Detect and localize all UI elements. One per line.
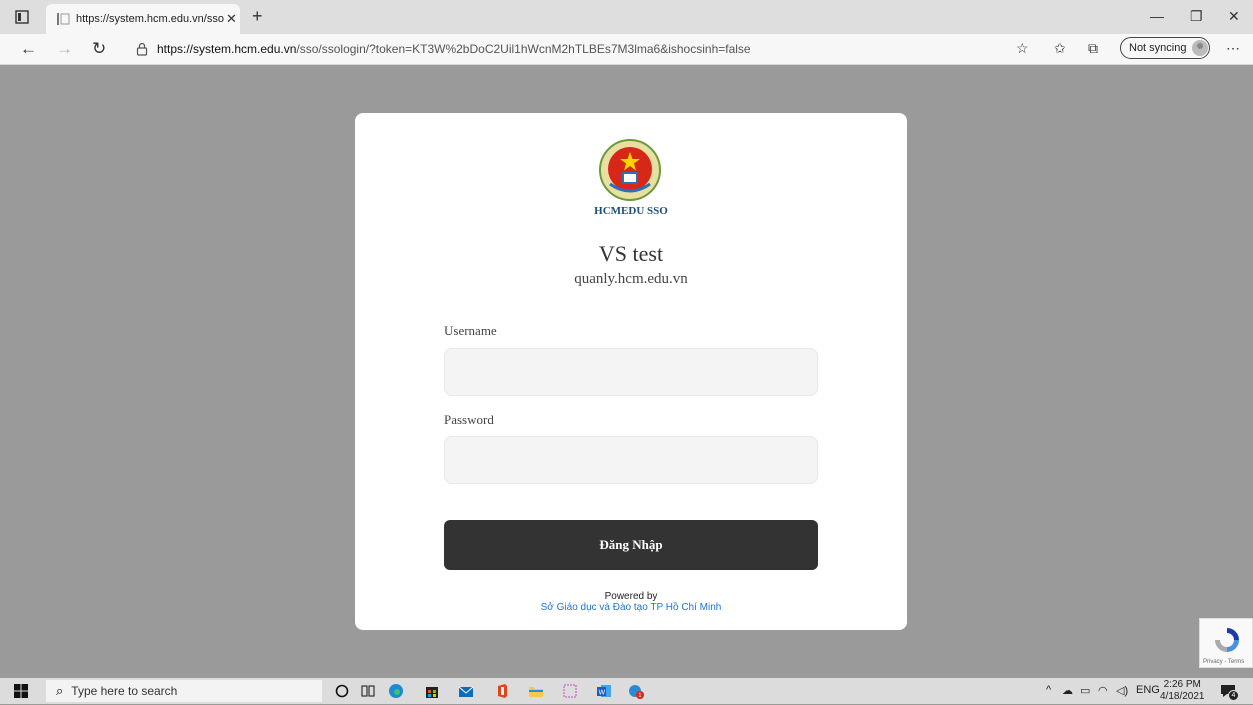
powered-by-label: Powered by — [604, 591, 658, 602]
wifi-icon[interactable]: ◠ — [1098, 684, 1108, 697]
tab-actions-icon[interactable] — [14, 9, 30, 25]
action-center-icon[interactable]: 4 — [1219, 682, 1239, 701]
recaptcha-text[interactable]: Privacy - Terms — [1203, 659, 1244, 665]
clock-time: 2:26 PM — [1163, 679, 1201, 690]
login-button[interactable]: Đăng Nhập — [444, 520, 818, 570]
cortana-icon[interactable] — [334, 683, 350, 699]
lock-icon[interactable] — [136, 42, 148, 56]
username-input[interactable] — [444, 348, 818, 396]
collections-icon[interactable]: ⧉ — [1088, 40, 1098, 57]
clock-date: 4/18/2021 — [1160, 691, 1205, 702]
recaptcha-icon — [1215, 628, 1239, 652]
favorites-icon[interactable]: ✩ — [1054, 40, 1066, 57]
page-background: HCMEDU SSO VS test quanly.hcm.edu.vn Use… — [7, 65, 1253, 678]
recaptcha-badge[interactable]: Privacy - Terms — [1199, 618, 1253, 668]
new-tab-icon[interactable]: + — [252, 6, 263, 27]
teams-app-icon[interactable]: 1 — [628, 683, 644, 699]
forward-icon[interactable]: → — [56, 39, 73, 59]
taskbar-search-box[interactable]: ⌕ Type here to search — [46, 680, 322, 702]
sync-label: Not syncing — [1129, 42, 1187, 54]
browser-title-bar: https://system.hcm.edu.vn/sso/ss ✕ + — ❐… — [0, 0, 1253, 34]
show-hidden-icons-icon[interactable]: ^ — [1046, 684, 1051, 696]
back-icon[interactable]: ← — [20, 39, 37, 59]
taskbar-clock[interactable]: 2:26 PM 4/18/2021 — [1160, 679, 1205, 703]
browser-tab[interactable]: https://system.hcm.edu.vn/sso/ss ✕ — [46, 4, 240, 34]
notification-count: 4 — [1228, 690, 1239, 701]
url-host: https://system.hcm.edu.vn — [157, 42, 297, 56]
task-view-icon[interactable] — [360, 683, 376, 699]
username-label: Username — [444, 323, 497, 338]
page-favicon-icon — [57, 13, 70, 25]
more-menu-icon[interactable]: ⋯ — [1226, 40, 1240, 57]
battery-icon[interactable]: ▭ — [1080, 684, 1090, 697]
onedrive-icon[interactable]: ☁ — [1062, 684, 1073, 697]
avatar — [1192, 40, 1209, 56]
file-explorer-icon[interactable] — [528, 683, 544, 699]
volume-icon[interactable]: ◁) — [1116, 684, 1128, 697]
app-name: VS test — [598, 241, 664, 266]
windows-start-icon[interactable] — [14, 684, 28, 698]
mail-icon[interactable] — [458, 683, 474, 699]
taskbar: ⌕ Type here to search W 1 ^ ☁ ▭ ◠ ◁) ENG… — [0, 678, 1253, 704]
browser-toolbar: ← → ↻ https://system.hcm.edu.vn/sso/ssol… — [0, 34, 1253, 65]
word-icon[interactable]: W — [596, 683, 612, 699]
snipping-tool-icon[interactable] — [562, 683, 578, 699]
office-icon[interactable] — [494, 683, 510, 699]
svg-text:W: W — [599, 690, 606, 697]
taskbar-search-placeholder: Type here to search — [71, 684, 178, 698]
tab-close-icon[interactable]: ✕ — [226, 11, 237, 27]
profile-sync-button[interactable]: Not syncing — [1120, 37, 1210, 59]
powered-by-org-link[interactable]: Sở Giáo dục và Đào tạo TP Hồ Chí Minh — [355, 602, 907, 613]
refresh-icon[interactable]: ↻ — [92, 39, 106, 59]
login-card: HCMEDU SSO VS test quanly.hcm.edu.vn Use… — [355, 113, 907, 630]
password-input[interactable] — [444, 436, 818, 484]
close-window-icon[interactable]: ✕ — [1228, 8, 1240, 25]
password-label: Password — [444, 412, 494, 427]
url-path: /sso/ssologin/?token=KT3W%2bDoC2Uil1hWcn… — [296, 42, 751, 56]
minimize-icon[interactable]: — — [1150, 8, 1164, 24]
edge-browser-icon[interactable] — [388, 683, 404, 699]
input-language[interactable]: ENG — [1136, 684, 1160, 696]
powered-by: Powered by Sở Giáo dục và Đào tạo TP Hồ … — [355, 591, 907, 613]
address-bar[interactable]: https://system.hcm.edu.vn/sso/ssologin/?… — [157, 42, 751, 56]
app-domain: quanly.hcm.edu.vn — [574, 271, 688, 287]
tab-title: https://system.hcm.edu.vn/sso/ss — [76, 13, 224, 25]
hcmedu-logo-icon — [599, 139, 661, 201]
store-icon[interactable] — [424, 683, 440, 699]
search-icon: ⌕ — [56, 683, 64, 698]
maximize-icon[interactable]: ❐ — [1190, 8, 1203, 25]
add-favorite-icon[interactable]: ☆ — [1016, 40, 1029, 57]
brand-name: HCMEDU SSO — [594, 205, 668, 217]
